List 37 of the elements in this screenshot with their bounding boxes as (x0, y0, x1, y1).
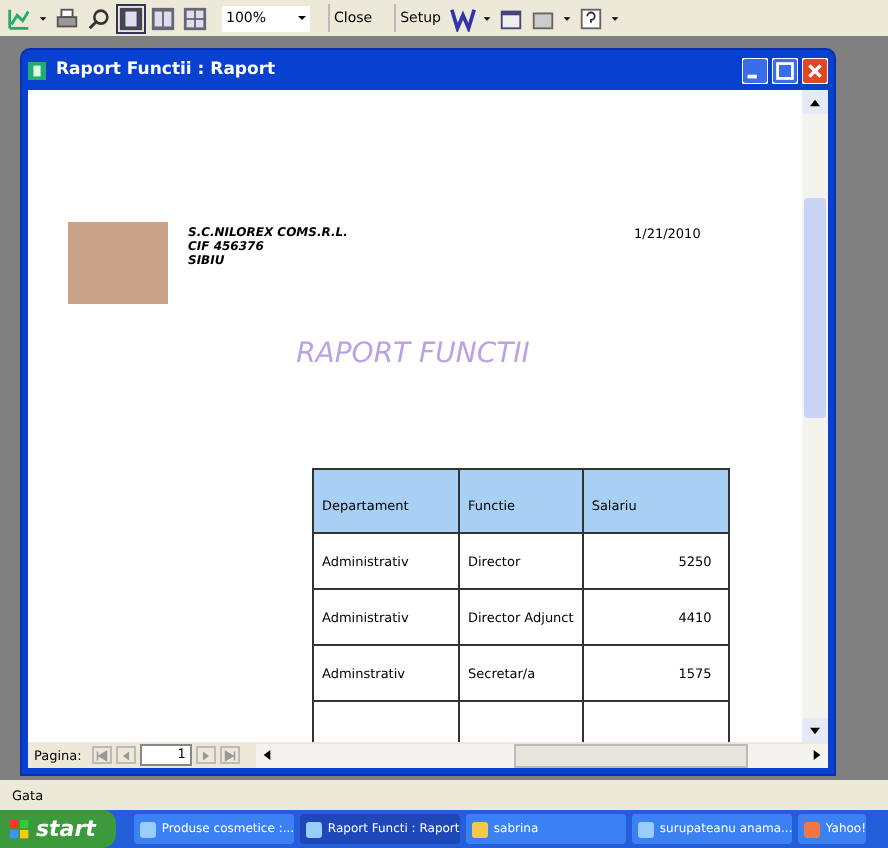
start-button[interactable]: start (0, 810, 116, 848)
single-page-icon[interactable] (118, 5, 144, 31)
last-page-icon (223, 749, 236, 761)
caret-icon[interactable] (562, 13, 573, 23)
multi-page-icon[interactable] (182, 5, 208, 31)
vertical-scrollbar[interactable] (802, 90, 828, 742)
caret-icon[interactable] (610, 13, 621, 23)
photo-placeholder (68, 222, 168, 304)
app-icon (637, 821, 654, 837)
windows-logo-icon (10, 819, 30, 839)
report-icon (28, 61, 46, 79)
close-button[interactable] (802, 57, 828, 83)
word-icon[interactable] (450, 5, 477, 31)
help-icon[interactable] (578, 5, 605, 31)
horizontal-scrollbar[interactable] (255, 743, 828, 767)
window-title: Raport Functii : Raport (56, 60, 276, 80)
app-icon (305, 821, 322, 837)
right-triangle-icon (199, 749, 212, 761)
report-title: RAPORT FUNCTII (294, 338, 532, 370)
window-icon[interactable] (498, 5, 525, 31)
app-icon (803, 821, 820, 837)
caret-icon[interactable] (38, 13, 48, 23)
search-icon[interactable] (86, 5, 112, 31)
caret-icon[interactable] (296, 12, 308, 24)
two-page-icon[interactable] (150, 5, 176, 31)
printer-icon[interactable] (54, 5, 80, 31)
up-arrow-icon[interactable] (810, 97, 820, 107)
left-triangle-icon (119, 749, 132, 761)
maximize-button[interactable] (772, 57, 798, 83)
caret-icon[interactable] (482, 13, 493, 23)
minimize-button[interactable] (742, 57, 768, 83)
app-icon (471, 821, 488, 837)
first-page-icon (95, 749, 108, 761)
left-arrow-icon[interactable] (261, 750, 272, 760)
down-arrow-icon[interactable] (810, 725, 820, 735)
app-icon (139, 821, 156, 837)
right-arrow-icon[interactable] (812, 750, 822, 760)
